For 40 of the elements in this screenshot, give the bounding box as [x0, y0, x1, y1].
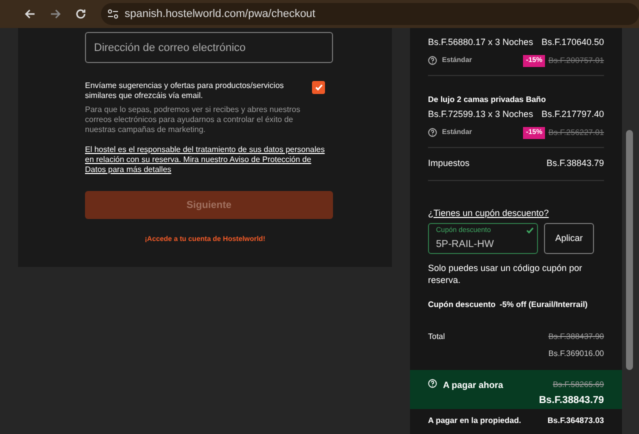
pay-now-original-price: Bs.F.58265.69: [552, 379, 604, 391]
taxes-value: Bs.F.38843.79: [546, 157, 604, 170]
total-original-price: Bs.F.388437.90: [548, 331, 604, 343]
applied-coupon-label: Cupón descuento: [428, 299, 496, 311]
applied-coupon-value: -5% off (Eurail/Interrail): [500, 299, 588, 311]
coupon-note: Solo puedes usar un código cupón por reserva.: [428, 262, 584, 286]
marketing-note: Para que lo sepas, podremos ver si recibes y abres nuestros correos electrónicos para ayudarnos a controlar el éxito de nuestras campañas de marketing.: [85, 105, 302, 135]
room-total: Bs.F.170640.50: [541, 36, 604, 49]
scrollbar-thumb[interactable]: [626, 130, 633, 370]
privacy-notice-link[interactable]: El hostel es el responsable del tratamiento de sus datos personales en relación con su reserva. Mira nuestro Aviso de Protección de Datos para más detalles: [85, 145, 325, 175]
help-icon: [428, 56, 437, 66]
address-bar[interactable]: spanish.hostelworld.com/pwa/checkout: [100, 3, 639, 25]
original-price: Bs.F.256227.01: [548, 126, 604, 139]
email-field[interactable]: Dirección de correo electrónico: [85, 32, 333, 63]
coupon-field-value: 5P-RAIL-HW: [436, 238, 495, 252]
coupon-link[interactable]: ¿Tienes un cupón descuento?: [428, 206, 604, 220]
marketing-consent-label: Envíame sugerencias y ofertas para productos/servicios similares que ofrezcáis vía email.: [85, 81, 285, 101]
room-title: De lujo 2 camas privadas Baño: [428, 94, 547, 106]
check-icon: [314, 84, 322, 91]
room-price-line: Bs.F.72599.13 x 3 Noches: [428, 108, 534, 121]
taxes-label: Impuestos: [428, 157, 470, 170]
total-price: Bs.F.369016.00: [548, 348, 604, 360]
scrollbar[interactable]: [622, 28, 639, 434]
site-settings-icon[interactable]: [106, 8, 119, 20]
pay-at-property-price: Bs.F.364873.03: [548, 415, 604, 428]
pay-now-label: A pagar ahora: [443, 379, 504, 392]
help-icon: [428, 128, 437, 138]
pay-now-price: Bs.F.38843.79: [538, 394, 604, 408]
total-label: Total: [428, 331, 445, 343]
reload-icon[interactable]: [75, 8, 87, 20]
back-icon[interactable]: [24, 8, 36, 20]
forward-icon[interactable]: [50, 8, 62, 20]
room-price-line: Bs.F.56880.17 x 3 Noches: [428, 36, 534, 49]
url-text: spanish.hostelworld.com/pwa/checkout: [124, 6, 316, 22]
marketing-checkbox[interactable]: [312, 81, 325, 94]
original-price: Bs.F.200757.01: [548, 54, 604, 67]
apply-button[interactable]: Aplicar: [544, 223, 594, 254]
pay-at-property-label: A pagar en la propiedad.: [428, 415, 522, 428]
help-icon: [428, 379, 437, 388]
room-total: Bs.F.217797.40: [541, 108, 604, 121]
